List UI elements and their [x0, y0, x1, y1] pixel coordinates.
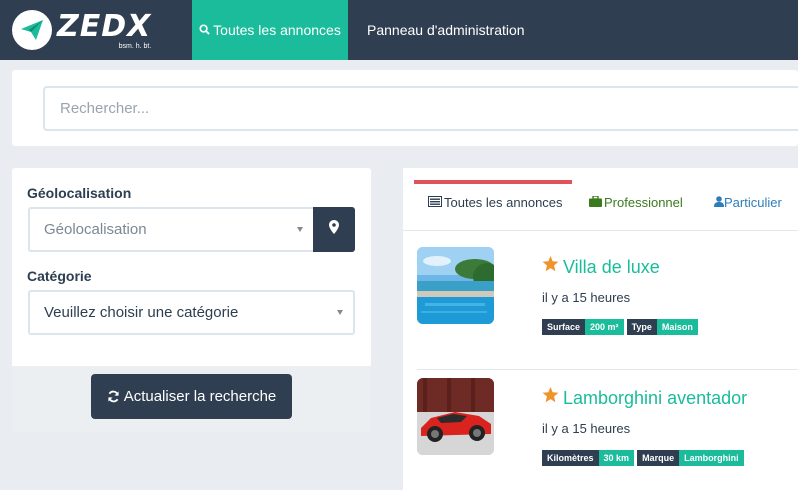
- search-icon: [199, 0, 210, 60]
- list-icon: [428, 195, 442, 210]
- user-icon: [714, 195, 724, 210]
- tag-value: 200 m²: [585, 319, 624, 335]
- listing-title-text: Villa de luxe: [563, 257, 660, 277]
- category-label: Catégorie: [27, 268, 92, 284]
- caret-down-icon: [337, 310, 343, 315]
- filter-footer: Actualiser la recherche: [12, 366, 371, 432]
- tab-all-listings[interactable]: Toutes les annonces: [428, 195, 563, 210]
- caret-down-icon: [297, 227, 303, 232]
- listing-tabs: Toutes les annonces Professionnel Partic…: [403, 168, 798, 231]
- listing-title[interactable]: Lamborghini aventador: [542, 386, 748, 409]
- filter-panel: Géolocalisation Géolocalisation Catégori…: [12, 168, 371, 432]
- star-icon: [542, 255, 559, 277]
- search-panel: [12, 70, 798, 146]
- nav-admin-label: Panneau d'administration: [367, 22, 525, 38]
- listing-title[interactable]: Villa de luxe: [542, 255, 660, 278]
- listings-panel: Toutes les annonces Professionnel Partic…: [403, 168, 798, 490]
- geolocate-button[interactable]: [313, 207, 355, 252]
- tag-value: Maison: [656, 319, 698, 335]
- tag-key: Type: [626, 319, 657, 335]
- tag-key: Marque: [637, 450, 680, 466]
- tag-brand: Marque Lamborghini: [637, 450, 744, 466]
- star-icon: [542, 386, 559, 408]
- tag-value: 30 km: [598, 450, 635, 466]
- category-select[interactable]: Veuillez choisir une catégorie: [28, 290, 355, 335]
- brand-tagline: bsm. h. bt.: [118, 43, 152, 50]
- geolocation-select-value: Géolocalisation: [44, 221, 147, 238]
- active-tab-indicator: [414, 180, 572, 184]
- tab-all-listings-label: Toutes les annonces: [444, 195, 563, 210]
- tag-key: Kilomètres: [542, 450, 599, 466]
- briefcase-icon: [589, 194, 602, 210]
- tag-mileage: Kilomètres 30 km: [542, 450, 635, 466]
- tag-value: Lamborghini: [679, 450, 744, 466]
- tab-professional[interactable]: Professionnel: [589, 194, 683, 210]
- search-input[interactable]: [43, 86, 798, 131]
- listing-title-text: Lamborghini aventador: [563, 388, 748, 408]
- top-navbar: ZEDX bsm. h. bt. Toutes les annonces Pan…: [0, 0, 798, 60]
- refresh-search-label: Actualiser la recherche: [123, 388, 277, 405]
- tag-surface: Surface 200 m²: [542, 319, 624, 335]
- listing-tags: Surface 200 m² Type Maison: [542, 319, 698, 335]
- listing-time: il y a 15 heures: [542, 290, 631, 305]
- red-sports-car-photo[interactable]: [417, 378, 494, 455]
- geolocation-label: Géolocalisation: [27, 185, 132, 201]
- category-select-value: Veuillez choisir une catégorie: [44, 304, 239, 321]
- map-marker-icon: [329, 220, 339, 239]
- listing-item[interactable]: Lamborghini aventador il y a 15 heures K…: [417, 378, 798, 490]
- listing-time: il y a 15 heures: [542, 421, 631, 436]
- tag-type: Type Maison: [626, 319, 698, 335]
- nav-all-listings[interactable]: Toutes les annonces: [192, 0, 348, 60]
- tab-individual[interactable]: Particulier: [714, 195, 782, 210]
- listing-tags: Kilomètres 30 km Marque Lamborghini: [542, 450, 744, 466]
- tab-individual-label: Particulier: [724, 195, 782, 210]
- listing-item[interactable]: Villa de luxe il y a 15 heures Surface 2…: [417, 247, 798, 370]
- paper-plane-icon: [12, 10, 52, 50]
- brand-logo[interactable]: ZEDX bsm. h. bt.: [12, 10, 151, 52]
- brand-name: ZEDX: [57, 9, 152, 44]
- tag-key: Surface: [542, 319, 586, 335]
- geolocation-select[interactable]: Géolocalisation: [28, 207, 315, 252]
- refresh-icon: [107, 390, 120, 403]
- tab-professional-label: Professionnel: [604, 195, 683, 210]
- villa-pool-photo[interactable]: [417, 247, 494, 324]
- nav-all-listings-label: Toutes les annonces: [213, 22, 341, 38]
- refresh-search-button[interactable]: Actualiser la recherche: [91, 374, 292, 419]
- nav-admin-panel[interactable]: Panneau d'administration: [367, 0, 525, 60]
